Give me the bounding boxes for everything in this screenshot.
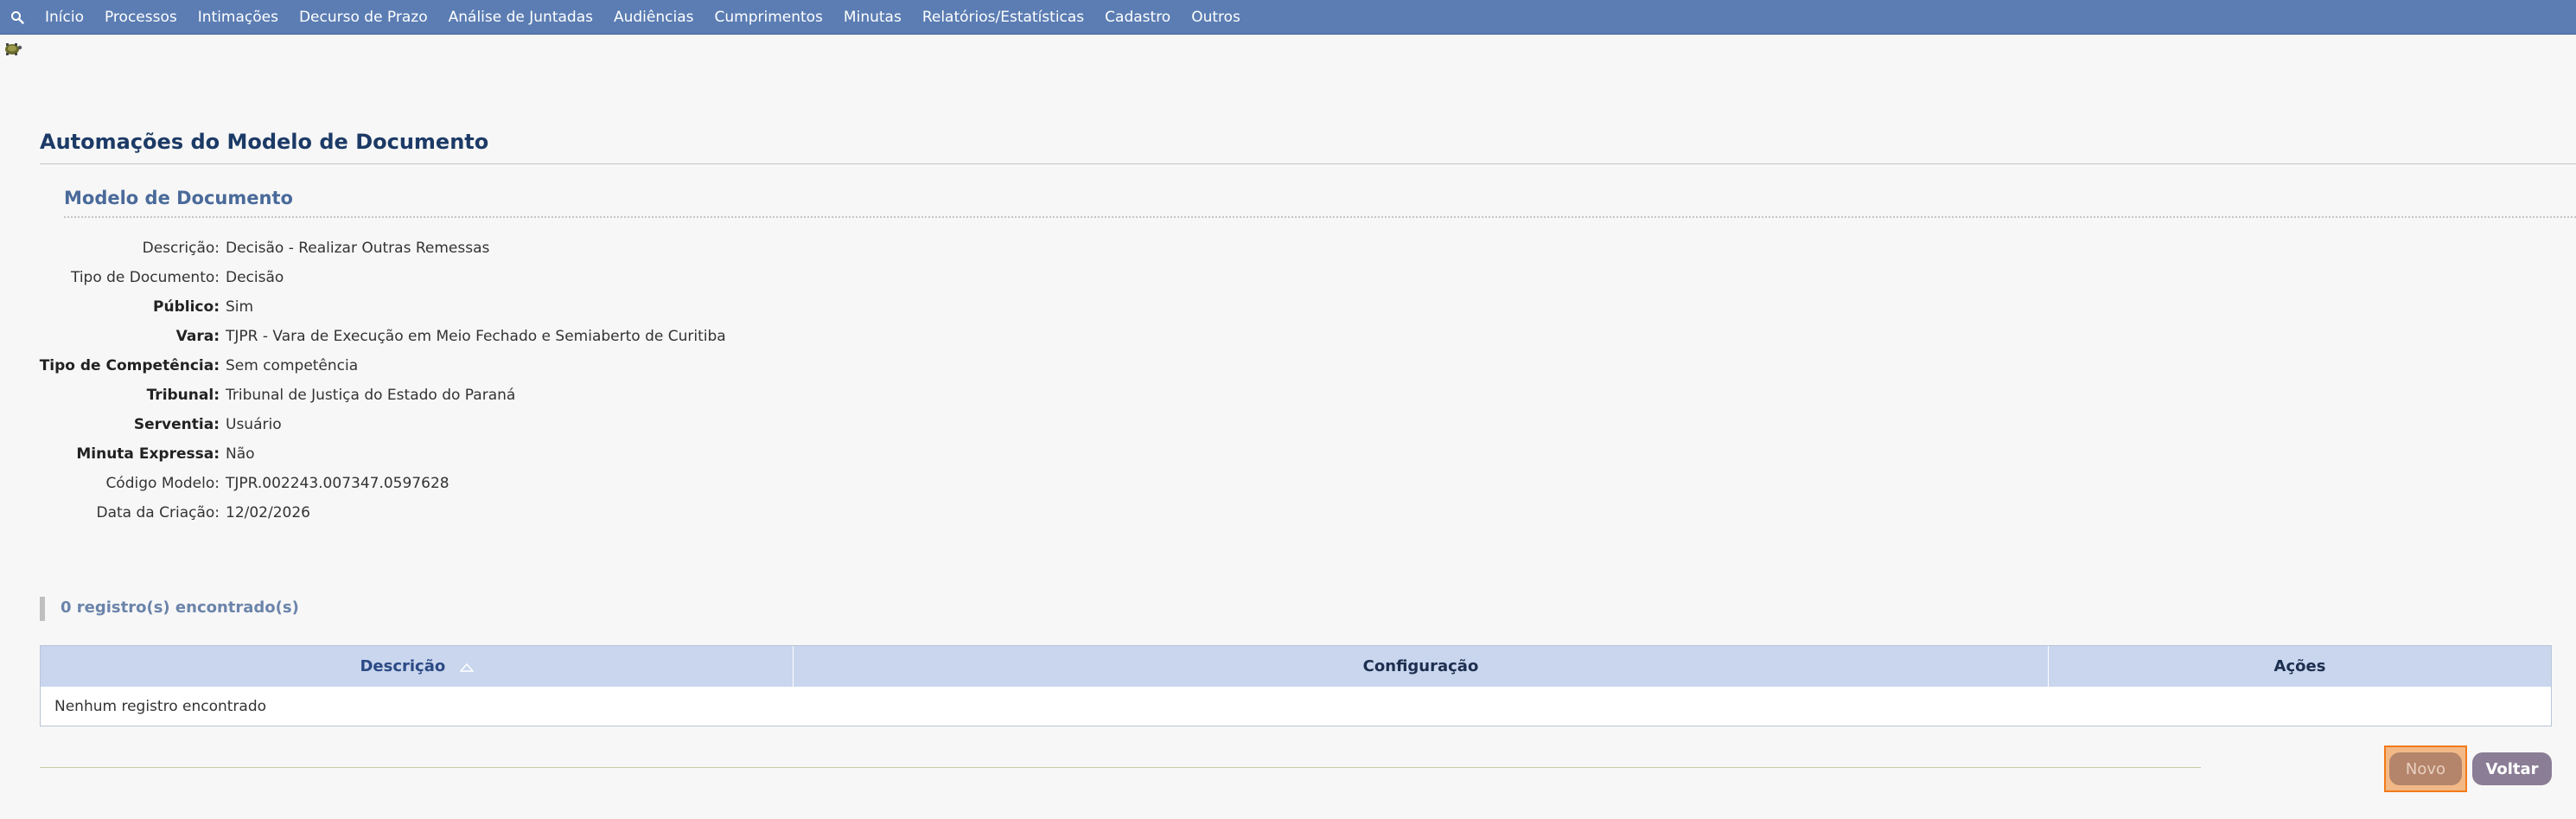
field-value: 12/02/2026 (226, 504, 310, 521)
field-label: Tribunal: (146, 387, 220, 404)
empty-table-message: Nenhum registro encontrado (54, 698, 267, 715)
field-label: Minuta Expressa: (76, 445, 220, 463)
top-navigation-bar: Início Processos Intimações Decurso de P… (0, 0, 2576, 35)
nav-item-outros[interactable]: Outros (1181, 0, 1251, 35)
field-label: Tipo de Competência: (39, 357, 220, 374)
field-vara: Vara: TJPR - Vara de Execução em Meio Fe… (0, 322, 1037, 351)
field-tribunal: Tribunal: Tribunal de Justiça do Estado … (0, 381, 1037, 410)
field-value: Decisão (226, 269, 284, 286)
field-value: TJPR - Vara de Execução em Meio Fechado … (226, 328, 726, 345)
field-serventia: Serventia: Usuário (0, 410, 1037, 439)
voltar-button[interactable]: Voltar (2472, 752, 2552, 785)
search-icon[interactable] (0, 0, 35, 35)
nav-item-minutas[interactable]: Minutas (833, 0, 912, 35)
novo-button-focus-ring: Novo (2384, 745, 2467, 792)
field-data-da-criacao: Data da Criação: 12/02/2026 (0, 498, 1037, 528)
field-value: Tribunal de Justiça do Estado do Paraná (226, 387, 516, 404)
sort-ascending-icon[interactable] (458, 647, 475, 688)
field-label: Data da Criação: (96, 504, 220, 521)
nav-item-relatorios-estatisticas[interactable]: Relatórios/Estatísticas (912, 0, 1094, 35)
field-minuta-expressa: Minuta Expressa: Não (0, 439, 1037, 469)
column-header-acoes: Ações (2273, 657, 2326, 675)
column-header-descricao[interactable]: Descrição (41, 646, 794, 687)
column-header-label: Descrição (360, 657, 446, 675)
records-count: 0 registro(s) encontrado(s) (61, 598, 299, 617)
field-tipo-de-documento: Tipo de Documento: Decisão (0, 263, 1037, 292)
field-value: Usuário (226, 416, 282, 433)
section-title: Modelo de Documento (64, 188, 293, 208)
turtle-logo-icon (2, 40, 22, 57)
records-marker (40, 597, 45, 621)
field-label: Vara: (175, 328, 220, 345)
footer-divider (40, 767, 2201, 768)
field-label: Público: (153, 298, 220, 316)
page-title: Automações do Modelo de Documento (40, 130, 489, 154)
field-label: Descrição: (142, 240, 220, 257)
nav-item-inicio[interactable]: Início (35, 0, 94, 35)
automations-table: Descrição Configuração Ações Nenhum regi… (40, 645, 2552, 726)
field-value: Sim (226, 298, 254, 316)
title-divider (40, 163, 2576, 164)
nav-item-cumprimentos[interactable]: Cumprimentos (704, 0, 832, 35)
section-divider (64, 216, 2576, 218)
column-header-configuracao: Configuração (794, 646, 2049, 687)
table-header: Descrição Configuração Ações (41, 646, 2551, 687)
field-publico: Público: Sim (0, 292, 1037, 322)
novo-button[interactable]: Novo (2389, 752, 2462, 785)
nav-item-audiencias[interactable]: Audiências (603, 0, 705, 35)
field-descricao: Descrição: Decisão - Realizar Outras Rem… (0, 234, 1037, 263)
field-value: Sem competência (226, 357, 359, 374)
nav-item-cadastro[interactable]: Cadastro (1094, 0, 1181, 35)
field-value: TJPR.002243.007347.0597628 (226, 475, 450, 492)
nav-item-analise-de-juntadas[interactable]: Análise de Juntadas (438, 0, 603, 35)
field-codigo-modelo: Código Modelo: TJPR.002243.007347.059762… (0, 469, 1037, 498)
field-label: Serventia: (133, 416, 220, 433)
field-label: Tipo de Documento: (70, 269, 220, 286)
field-tipo-de-competencia: Tipo de Competência: Sem competência (0, 351, 1037, 381)
nav-item-processos[interactable]: Processos (94, 0, 188, 35)
field-label: Código Modelo: (105, 475, 220, 492)
field-value: Não (226, 445, 255, 463)
field-value: Decisão - Realizar Outras Remessas (226, 240, 490, 257)
nav-item-decurso-de-prazo[interactable]: Decurso de Prazo (289, 0, 438, 35)
nav-item-intimacoes[interactable]: Intimações (188, 0, 289, 35)
